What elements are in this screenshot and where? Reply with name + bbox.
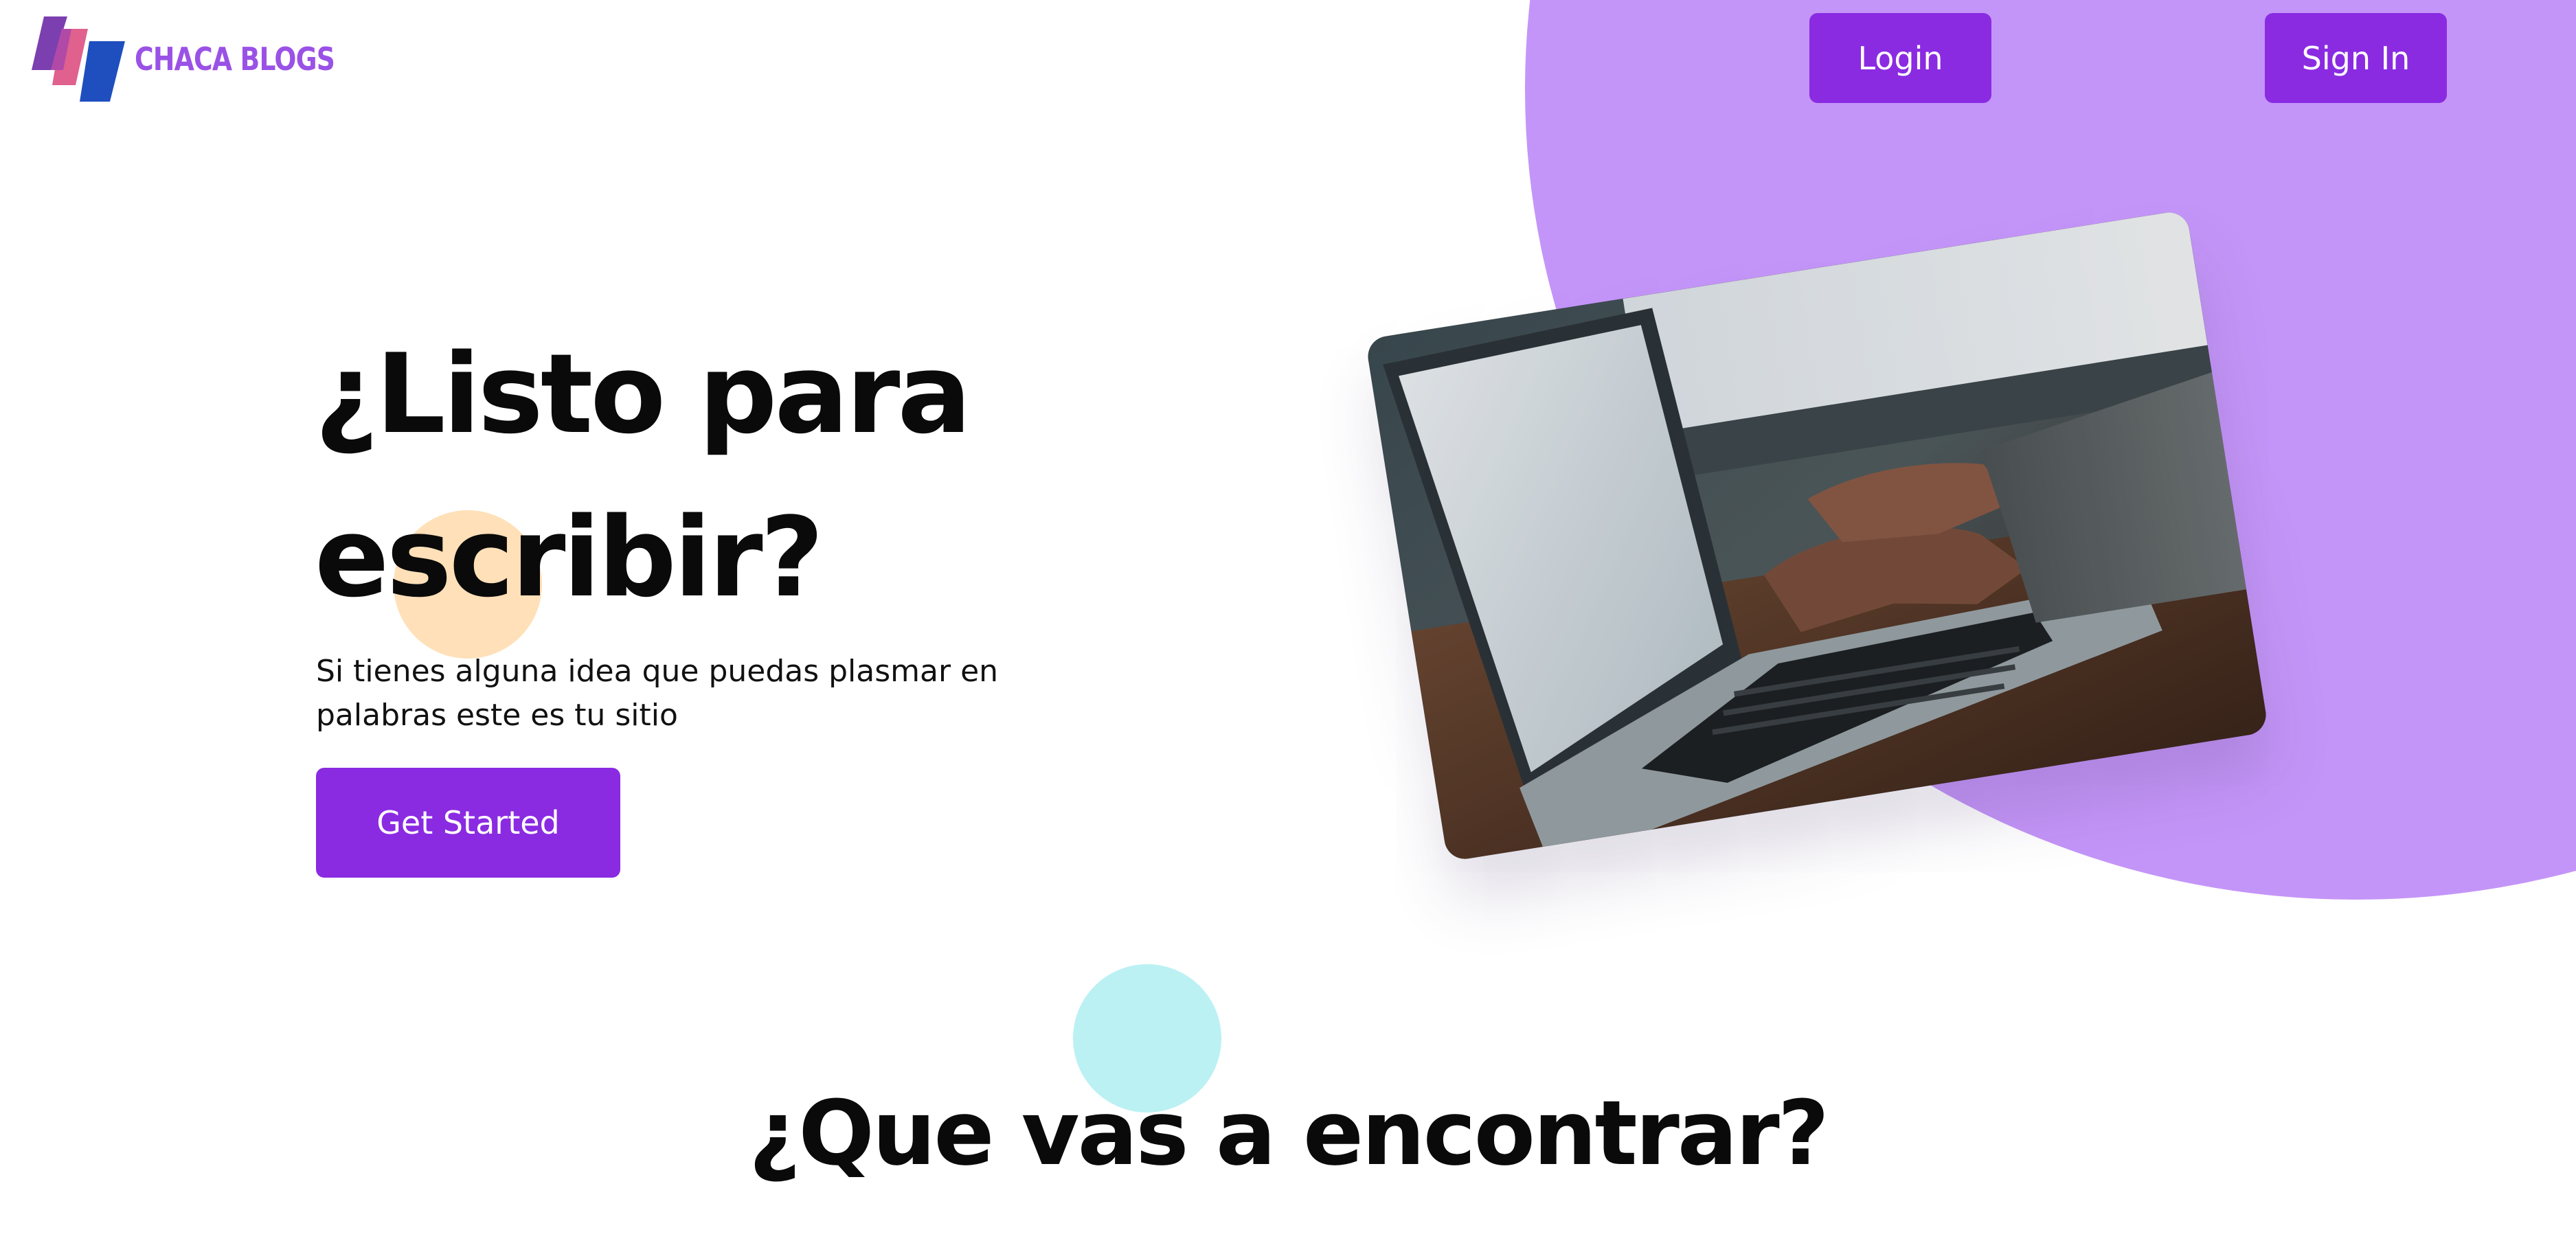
sign-in-button[interactable]: Sign In xyxy=(2265,13,2447,103)
brand-logo[interactable]: CHACA BLOGS xyxy=(32,16,379,102)
hero-subtitle: Si tienes alguna idea que puedas plasmar… xyxy=(316,654,999,733)
logo-icon xyxy=(32,16,125,102)
landing-page: CHACA BLOGS Login Sign In ¿Listo para es… xyxy=(0,0,2576,1243)
get-started-button[interactable]: Get Started xyxy=(316,768,620,878)
section-title: ¿Que vas a encontrar? xyxy=(748,1081,1829,1185)
hero-title: ¿Listo para escribir? xyxy=(315,330,971,622)
brand-name: CHACA BLOGS xyxy=(135,41,335,78)
login-button[interactable]: Login xyxy=(1809,13,1991,103)
